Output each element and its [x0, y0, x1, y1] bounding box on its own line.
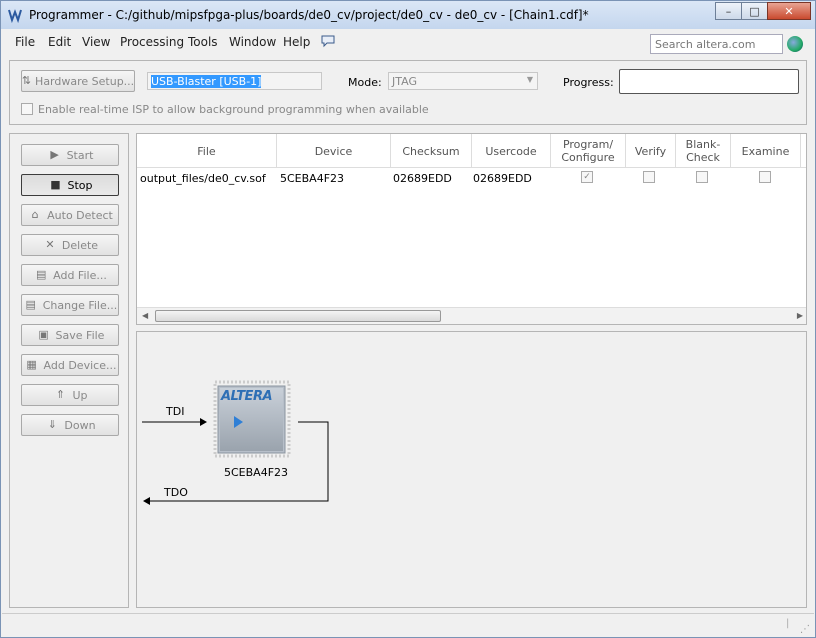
- minimize-button[interactable]: –: [715, 2, 742, 20]
- add-device-icon: ▦: [26, 358, 37, 371]
- verify-checkbox[interactable]: [643, 171, 655, 183]
- up-button[interactable]: ⇑ Up: [21, 384, 119, 406]
- close-button[interactable]: ✕: [767, 2, 811, 20]
- programmer-window: Programmer - C:/github/mipsfpga-plus/boa…: [0, 0, 816, 638]
- tdi-label: TDI: [166, 405, 185, 418]
- menu-processing[interactable]: Processing: [120, 35, 184, 49]
- up-arrow-icon: ⇑: [55, 388, 66, 401]
- start-button[interactable]: ▶ Start: [21, 144, 119, 166]
- menu-help[interactable]: Help: [283, 35, 310, 49]
- mode-label: Mode:: [348, 76, 382, 89]
- menu-view[interactable]: View: [82, 35, 110, 49]
- col-file[interactable]: File: [137, 134, 277, 168]
- col-examine[interactable]: Examine: [731, 134, 801, 168]
- action-panel: ▶ Start ■ Stop ⌂ Auto Detect ✕ Delete ▤ Add F…: [9, 133, 129, 608]
- auto-detect-button[interactable]: ⌂ Auto Detect: [21, 204, 119, 226]
- progress-label: Progress:: [563, 76, 614, 89]
- mode-select[interactable]: JTAG ▼: [388, 72, 538, 90]
- globe-icon[interactable]: [787, 36, 803, 52]
- col-checksum[interactable]: Checksum: [391, 134, 472, 168]
- search-input[interactable]: Search altera.com: [650, 34, 783, 54]
- stop-button[interactable]: ■ Stop: [21, 174, 119, 196]
- down-button[interactable]: ⇓ Down: [21, 414, 119, 436]
- isp-label: Enable real-time ISP to allow background…: [38, 103, 429, 116]
- horizontal-scrollbar[interactable]: ◀ ▶: [137, 307, 806, 324]
- menu-file[interactable]: File: [15, 35, 35, 49]
- title-bar[interactable]: Programmer - C:/github/mipsfpga-plus/boa…: [1, 1, 815, 29]
- stop-icon: ■: [50, 178, 61, 191]
- hardware-device-field[interactable]: USB-Blaster [USB-1]: [147, 72, 322, 90]
- col-device[interactable]: Device: [277, 134, 391, 168]
- scroll-left-icon[interactable]: ◀: [142, 311, 148, 320]
- auto-detect-icon: ⌂: [31, 208, 39, 221]
- add-file-button[interactable]: ▤ Add File...: [21, 264, 119, 286]
- altera-logo: ALTERA: [221, 389, 273, 404]
- scrollbar-thumb[interactable]: [155, 310, 441, 322]
- menu-window[interactable]: Window: [229, 35, 276, 49]
- change-file-icon: ▤: [25, 298, 36, 311]
- status-bar: | ⋰: [2, 613, 814, 637]
- hardware-panel: ⇅ Hardware Setup... USB-Blaster [USB-1] M…: [9, 60, 807, 125]
- col-verify[interactable]: Verify: [626, 134, 676, 168]
- device-table: File Device Checksum Usercode Program/Co…: [136, 133, 807, 325]
- hardware-setup-button[interactable]: ⇅ Hardware Setup...: [21, 70, 135, 92]
- row-device: 5CEBA4F23: [280, 172, 345, 185]
- add-device-button[interactable]: ▦ Add Device...: [21, 354, 119, 376]
- delete-icon: ✕: [45, 238, 55, 251]
- row-file: output_files/de0_cv.sof: [140, 172, 266, 185]
- menu-tools[interactable]: Tools: [188, 35, 218, 49]
- resize-grip-icon[interactable]: ⋰: [800, 624, 810, 635]
- jtag-chain-panel: TDI TDO ALTERA 5CEBA4F23: [136, 331, 807, 608]
- change-file-button[interactable]: ▤ Change File...: [21, 294, 119, 316]
- programmer-app-icon: [8, 9, 22, 23]
- down-arrow-icon: ⇓: [47, 418, 58, 431]
- tdi-arrow-icon: [200, 418, 207, 426]
- add-file-icon: ▤: [35, 268, 47, 281]
- col-program-configure[interactable]: Program/Configure: [551, 134, 626, 168]
- row-checksum: 02689EDD: [393, 172, 452, 185]
- chip-device-label: 5CEBA4F23: [224, 466, 289, 479]
- tdo-arrow-icon: [143, 497, 150, 505]
- window-title: Programmer - C:/github/mipsfpga-plus/boa…: [29, 8, 589, 22]
- program-checkbox[interactable]: ✓: [581, 171, 593, 183]
- progress-bar: [619, 69, 799, 94]
- save-file-button[interactable]: ▣ Save File: [21, 324, 119, 346]
- status-separator: |: [786, 618, 790, 629]
- start-icon: ▶: [50, 148, 59, 161]
- examine-checkbox[interactable]: [759, 171, 771, 183]
- col-blank-check[interactable]: Blank- Check: [676, 134, 731, 168]
- speech-bubble-icon[interactable]: [320, 34, 336, 48]
- col-usercode[interactable]: Usercode: [472, 134, 551, 168]
- maximize-button[interactable]: □: [741, 2, 768, 20]
- tdo-label: TDO: [164, 486, 188, 499]
- scroll-right-icon[interactable]: ▶: [797, 311, 803, 320]
- row-usercode: 02689EDD: [473, 172, 532, 185]
- save-file-icon: ▣: [38, 328, 49, 341]
- isp-checkbox[interactable]: [21, 103, 33, 115]
- usb-icon: ⇅: [21, 74, 32, 87]
- table-header: File Device Checksum Usercode Program/Co…: [137, 134, 806, 168]
- blank-check-checkbox[interactable]: [696, 171, 708, 183]
- delete-button[interactable]: ✕ Delete: [21, 234, 119, 256]
- menu-edit[interactable]: Edit: [48, 35, 71, 49]
- chevron-down-icon: ▼: [526, 75, 533, 84]
